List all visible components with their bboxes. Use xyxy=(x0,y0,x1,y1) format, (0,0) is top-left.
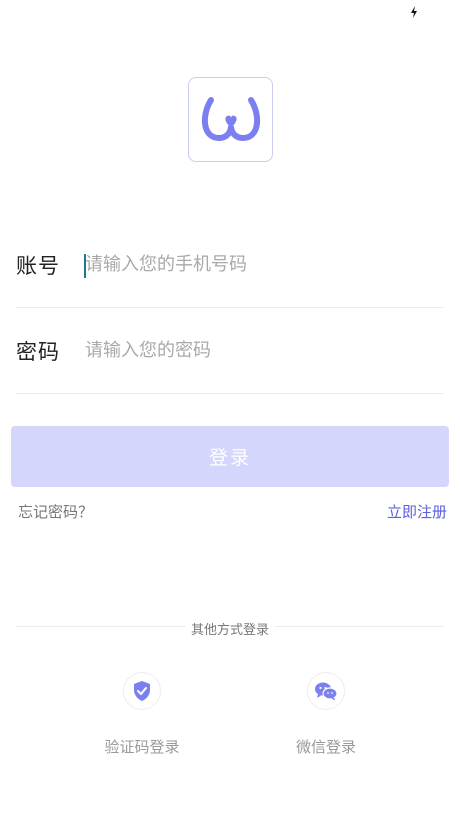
password-input[interactable] xyxy=(85,335,444,366)
sms-login-button[interactable] xyxy=(123,672,161,710)
wechat-login-label: 微信登录 xyxy=(295,738,356,756)
account-row: 账号 xyxy=(16,222,444,308)
phone-input[interactable] xyxy=(85,249,444,280)
other-login-label: 其他方式登录 xyxy=(184,623,275,638)
lightning-bolt-icon xyxy=(411,6,417,18)
text-caret xyxy=(84,254,86,278)
wechat-icon xyxy=(315,682,338,701)
register-link[interactable]: 立即注册 xyxy=(387,501,447,522)
other-login-divider: 其他方式登录 xyxy=(0,619,460,638)
wechat-login-option[interactable]: 微信登录 xyxy=(266,672,386,757)
wechat-login-button[interactable] xyxy=(307,672,345,710)
password-label: 密码 xyxy=(16,339,60,364)
shield-check-icon xyxy=(134,681,150,701)
sms-login-option[interactable]: 验证码登录 xyxy=(82,672,202,757)
password-row: 密码 xyxy=(16,308,444,394)
app-logo xyxy=(188,77,273,162)
forgot-password-link[interactable]: 忘记密码？ xyxy=(18,501,93,522)
app-logo-icon xyxy=(201,96,260,141)
login-button[interactable]: 登录 xyxy=(11,426,449,487)
status-bar xyxy=(0,0,460,26)
account-label: 账号 xyxy=(16,253,60,278)
sms-login-label: 验证码登录 xyxy=(104,738,180,756)
